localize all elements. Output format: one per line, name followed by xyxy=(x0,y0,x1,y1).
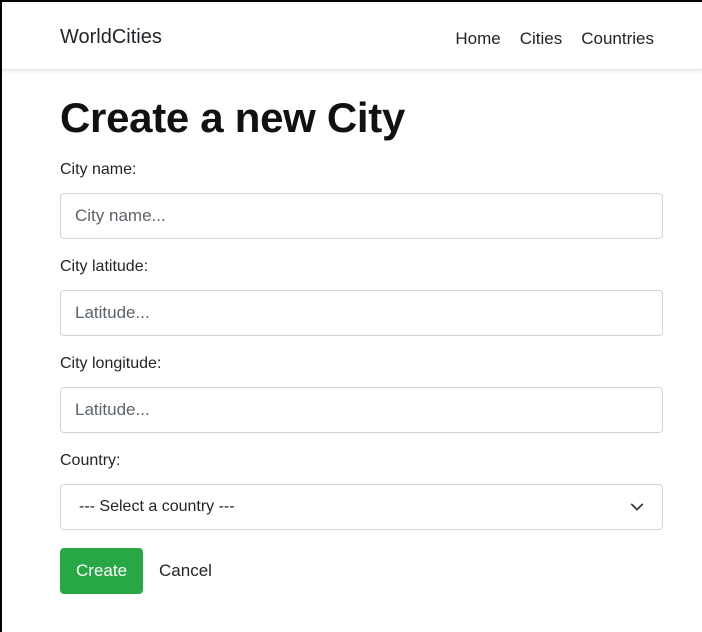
city-name-field: City name: xyxy=(60,160,663,239)
nav-link-home[interactable]: Home xyxy=(455,28,500,50)
nav-links: Home Cities Countries xyxy=(455,28,654,50)
brand-link[interactable]: WorldCities xyxy=(60,25,162,49)
create-button[interactable]: Create xyxy=(60,548,144,594)
country-select[interactable]: --- Select a country --- xyxy=(60,484,663,530)
city-longitude-input[interactable] xyxy=(60,387,663,433)
chevron-down-icon xyxy=(630,503,644,511)
city-name-input[interactable] xyxy=(60,193,663,239)
city-form: City name: City latitude: City longitude… xyxy=(60,160,663,594)
main-content: Create a new City City name: City latitu… xyxy=(60,92,663,594)
nav-link-cities[interactable]: Cities xyxy=(501,28,563,50)
country-select-value: --- Select a country --- xyxy=(79,498,235,515)
page-title: Create a new City xyxy=(60,94,406,141)
nav-link-countries[interactable]: Countries xyxy=(562,28,654,50)
cancel-link[interactable]: Cancel xyxy=(159,560,212,582)
city-longitude-field: City longitude: xyxy=(60,354,663,433)
city-latitude-input[interactable] xyxy=(60,290,663,336)
navbar: WorldCities Home Cities Countries xyxy=(2,2,702,70)
city-longitude-label: City longitude: xyxy=(60,355,162,372)
form-actions: Create Cancel xyxy=(60,548,663,594)
country-label: Country: xyxy=(60,452,121,469)
city-name-label: City name: xyxy=(60,161,137,178)
country-field: Country: --- Select a country --- xyxy=(60,451,663,530)
city-latitude-label: City latitude: xyxy=(60,258,149,275)
city-latitude-field: City latitude: xyxy=(60,257,663,336)
